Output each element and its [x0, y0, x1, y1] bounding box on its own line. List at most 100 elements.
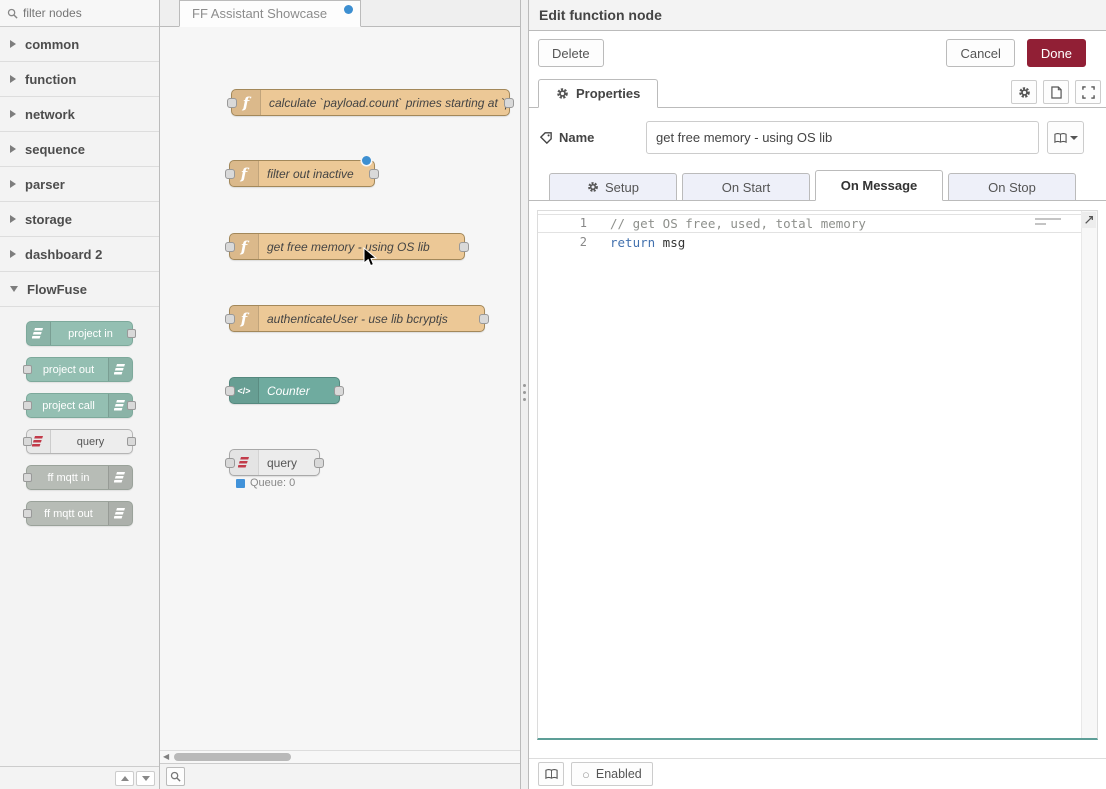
tab-properties[interactable]: Properties: [538, 79, 658, 108]
node-port-output[interactable]: [127, 329, 136, 338]
editor-vertical-scrollbar[interactable]: [1081, 211, 1097, 738]
node-settings-button[interactable]: [1011, 80, 1037, 104]
properties-actions: [1011, 80, 1101, 104]
book-icon: [545, 768, 558, 780]
tag-icon: [540, 132, 552, 144]
chevron-right-icon: [10, 145, 16, 153]
scrollbar-left-arrow[interactable]: ◀: [163, 751, 169, 763]
flow-node-get-free-memory[interactable]: f get free memory - using OS lib: [229, 233, 465, 260]
editor-expand-button[interactable]: [1081, 212, 1096, 228]
name-input[interactable]: [646, 121, 1039, 154]
palette-category-common[interactable]: common: [0, 27, 159, 62]
palette-node-ff-mqtt-in[interactable]: ff mqtt in: [26, 465, 133, 490]
palette-category-flowfuse[interactable]: FlowFuse: [0, 272, 159, 307]
chevron-right-icon: [10, 250, 16, 258]
project-out-icon: [108, 358, 132, 381]
palette-node-project-out[interactable]: project out: [26, 357, 133, 382]
palette-category-label: function: [25, 72, 76, 87]
flow-node-filter-out-inactive[interactable]: f filter out inactive: [229, 160, 375, 187]
palette-category-storage[interactable]: storage: [0, 202, 159, 237]
node-description-button[interactable]: [1043, 80, 1069, 104]
node-port-output[interactable]: [127, 401, 136, 410]
palette-footer: [0, 766, 159, 789]
node-port-output[interactable]: [459, 242, 469, 252]
delete-button[interactable]: Delete: [538, 39, 604, 67]
flow-canvas[interactable]: FF Assistant Showcase f calculate `paylo…: [160, 0, 521, 789]
node-port-input[interactable]: [23, 401, 32, 410]
node-label: calculate `payload.count` primes startin…: [261, 96, 509, 110]
palette-category-parser[interactable]: parser: [0, 167, 159, 202]
node-port-input[interactable]: [23, 365, 32, 374]
node-port-input[interactable]: [225, 314, 235, 324]
node-port-input[interactable]: [227, 98, 237, 108]
flow-node-calculate-primes[interactable]: f calculate `payload.count` primes start…: [231, 89, 510, 116]
node-port-output[interactable]: [504, 98, 514, 108]
expand-tray-button[interactable]: [1075, 80, 1101, 104]
palette-category-network[interactable]: network: [0, 97, 159, 132]
done-button[interactable]: Done: [1027, 39, 1086, 67]
tray-toolbar: Delete Cancel Done: [529, 31, 1106, 75]
tray-resize-handle[interactable]: [521, 0, 528, 789]
node-label: filter out inactive: [259, 167, 362, 181]
document-icon: [1051, 86, 1062, 99]
chevron-right-icon: [10, 110, 16, 118]
palette-category-label: common: [25, 37, 79, 52]
code-line: 2 return msg: [538, 233, 1097, 252]
line-number: 2: [538, 233, 594, 252]
node-port-input[interactable]: [23, 437, 32, 446]
node-port-output[interactable]: [334, 386, 344, 396]
palette-collapse-all-button[interactable]: [115, 771, 134, 786]
node-red-editor: common function network sequence parser …: [0, 0, 1106, 789]
node-status-text: Queue: 0: [250, 477, 295, 489]
palette-category-sequence[interactable]: sequence: [0, 132, 159, 167]
gear-icon: [1018, 86, 1031, 99]
search-icon: [170, 771, 181, 782]
node-port-output[interactable]: [314, 458, 324, 468]
tab-on-stop[interactable]: On Stop: [948, 173, 1076, 201]
node-port-output[interactable]: [479, 314, 489, 324]
flow-node-authenticate-user[interactable]: f authenticateUser - use lib bcryptjs: [229, 305, 485, 332]
cancel-button[interactable]: Cancel: [946, 39, 1014, 67]
palette-node-ff-mqtt-out[interactable]: ff mqtt out: [26, 501, 133, 526]
gear-icon: [556, 87, 569, 100]
palette-category-dashboard2[interactable]: dashboard 2: [0, 237, 159, 272]
library-button[interactable]: [538, 762, 564, 786]
palette-search-input[interactable]: [23, 6, 141, 20]
scrollbar-thumb[interactable]: [174, 753, 291, 761]
node-port-input[interactable]: [225, 169, 235, 179]
palette-node-label: project out: [27, 364, 110, 376]
palette-category-function[interactable]: function: [0, 62, 159, 97]
chevron-down-icon: [10, 286, 18, 292]
function-code-editor[interactable]: 1 // get OS free, used, total memory 2 r…: [537, 210, 1098, 740]
node-port-input[interactable]: [23, 473, 32, 482]
status-dot: [236, 479, 245, 488]
tab-on-message[interactable]: On Message: [815, 170, 943, 201]
palette-expand-all-button[interactable]: [136, 771, 155, 786]
label-options-button[interactable]: [1047, 121, 1084, 154]
mqtt-in-icon: [108, 466, 132, 489]
code-text: return msg: [594, 233, 685, 252]
node-port-input[interactable]: [225, 458, 235, 468]
tab-on-start[interactable]: On Start: [682, 173, 810, 201]
tab-setup[interactable]: Setup: [549, 173, 677, 201]
chevron-right-icon: [10, 215, 16, 223]
flow-node-query[interactable]: query: [229, 449, 320, 476]
palette-node-query[interactable]: query: [26, 429, 133, 454]
book-icon: [1054, 132, 1067, 144]
expand-icon: [1082, 86, 1095, 99]
node-port-input[interactable]: [225, 242, 235, 252]
enabled-label: Enabled: [596, 767, 642, 781]
flow-node-counter[interactable]: </> Counter: [229, 377, 340, 404]
mouse-cursor: [363, 247, 378, 268]
node-port-input[interactable]: [225, 386, 235, 396]
workspace-tab[interactable]: FF Assistant Showcase: [179, 0, 361, 27]
node-enabled-toggle[interactable]: ○ Enabled: [571, 762, 653, 786]
node-port-output[interactable]: [369, 169, 379, 179]
canvas-horizontal-scrollbar[interactable]: ◀: [160, 750, 520, 763]
palette-node-project-in[interactable]: project in: [26, 321, 133, 346]
function-tabs: Setup On Start On Message On Stop: [529, 170, 1106, 201]
search-flows-button[interactable]: [166, 767, 185, 786]
node-port-output[interactable]: [127, 437, 136, 446]
node-port-input[interactable]: [23, 509, 32, 518]
palette-node-project-call[interactable]: project call: [26, 393, 133, 418]
